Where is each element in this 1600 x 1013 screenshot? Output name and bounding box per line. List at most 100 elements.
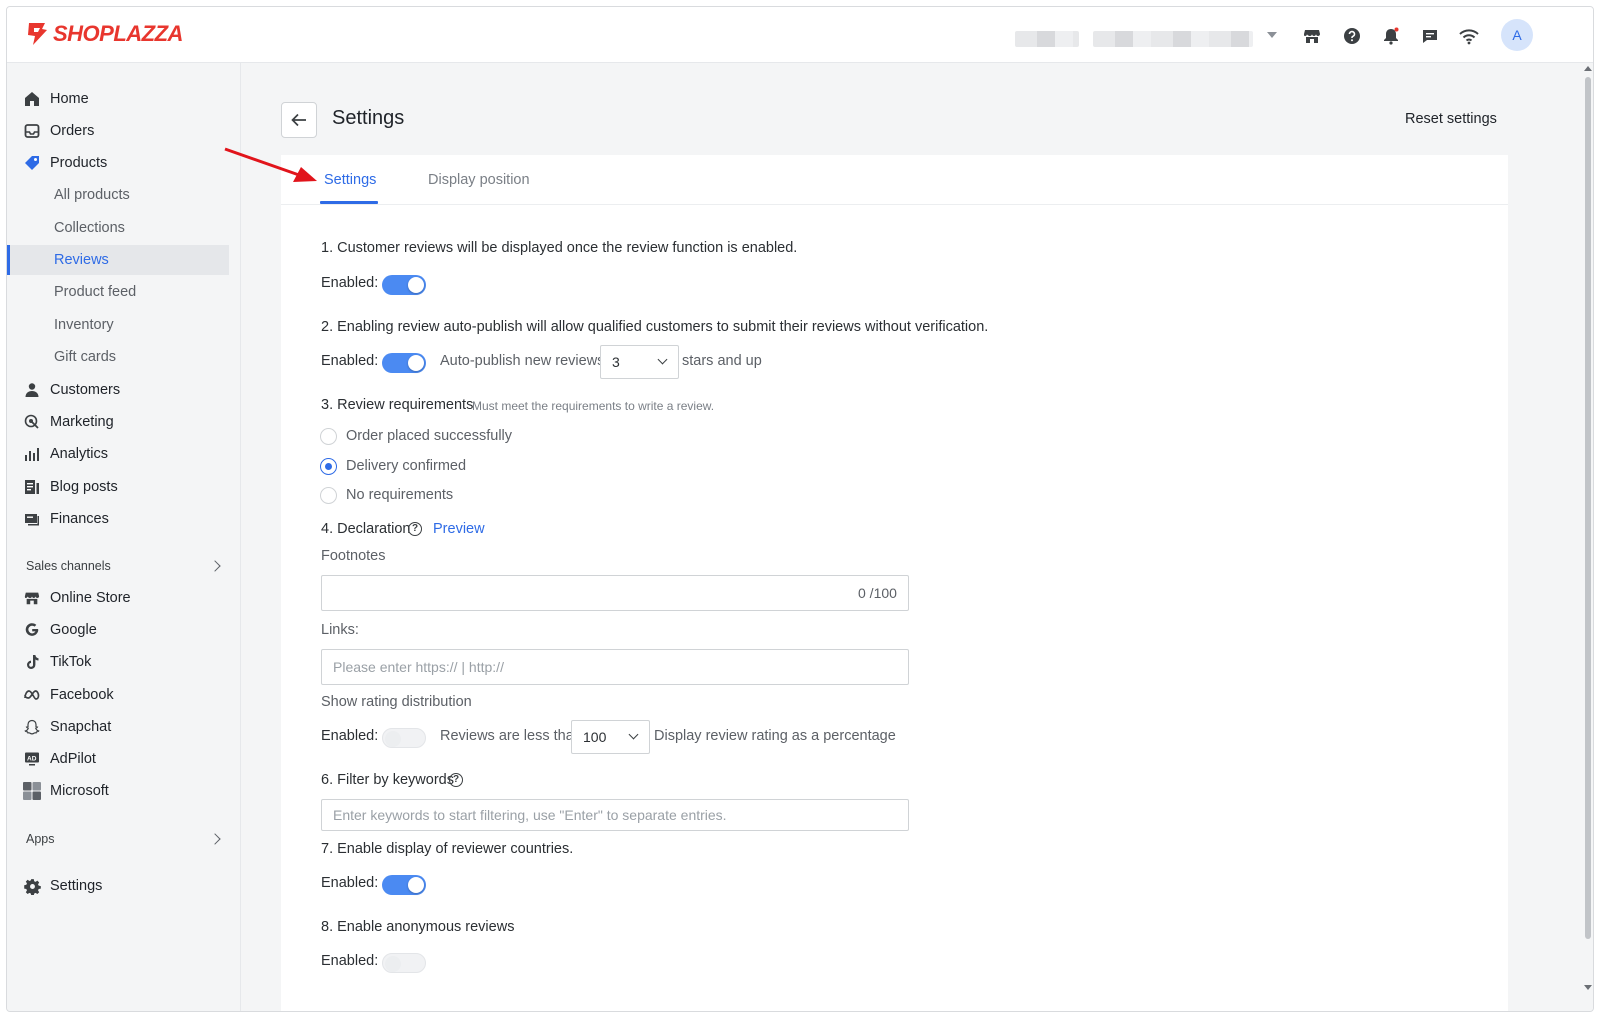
reviewer-countries-toggle[interactable] xyxy=(382,875,426,895)
section-1-text: 1. Customer reviews will be displayed on… xyxy=(321,240,798,256)
toggle-knob xyxy=(408,355,424,371)
bell-icon[interactable] xyxy=(1378,23,1404,49)
auto-publish-label: Auto-publish new reviews xyxy=(440,353,605,369)
radio-delivery-confirmed[interactable] xyxy=(320,458,337,475)
sidebar-item-home[interactable]: Home xyxy=(7,84,241,114)
footnotes-label: Footnotes xyxy=(321,548,386,564)
sidebar-item-finances[interactable]: Finances xyxy=(7,504,241,534)
footnotes-input[interactable] xyxy=(321,575,909,611)
sidebar-item-all-products[interactable]: All products xyxy=(7,180,241,210)
section-2-text: 2. Enabling review auto-publish will all… xyxy=(321,319,989,335)
rating-distribution-toggle[interactable] xyxy=(382,728,426,748)
links-label: Links: xyxy=(321,622,359,638)
toggle-knob xyxy=(408,277,424,293)
sidebar-item-label: Reviews xyxy=(54,252,109,268)
keywords-filter-input[interactable] xyxy=(321,799,909,831)
sidebar-item-label: Online Store xyxy=(50,590,131,606)
chevron-down-icon xyxy=(657,354,668,365)
threshold-select-value: 100 xyxy=(583,729,607,745)
tab-bar: Settings Display position xyxy=(281,155,1508,205)
sidebar-item-orders[interactable]: Orders xyxy=(7,116,241,146)
avatar[interactable]: A xyxy=(1501,19,1533,51)
help-icon[interactable] xyxy=(1339,23,1365,49)
chevron-right-icon xyxy=(209,560,221,572)
store-selector[interactable] xyxy=(1015,29,1277,49)
home-icon xyxy=(23,90,41,108)
sidebar-item-products[interactable]: Products xyxy=(7,148,241,178)
adpilot-icon: AD xyxy=(23,750,41,768)
sidebar-item-analytics[interactable]: Analytics xyxy=(7,439,241,469)
section-4-text: 4. Declaration xyxy=(321,521,411,537)
stars-select-value: 3 xyxy=(612,354,620,370)
chat-icon[interactable] xyxy=(1417,23,1443,49)
preview-link[interactable]: Preview xyxy=(433,521,485,537)
anonymous-reviews-toggle[interactable] xyxy=(382,953,426,973)
chevron-down-icon xyxy=(628,729,639,740)
sidebar-item-settings[interactable]: Settings xyxy=(7,871,241,901)
radio-order-placed[interactable] xyxy=(320,428,337,445)
reset-settings-button[interactable]: Reset settings xyxy=(1405,111,1497,127)
enabled-label: Enabled: xyxy=(321,353,379,369)
sidebar-item-product-feed[interactable]: Product feed xyxy=(7,277,241,307)
section-6-text: 6. Filter by keywords xyxy=(321,772,454,788)
reviews-threshold-select[interactable]: 100 xyxy=(571,720,650,754)
tiktok-icon xyxy=(23,653,41,671)
brand-logo[interactable]: SHOPLAZZA xyxy=(25,21,183,47)
sidebar-item-facebook[interactable]: Facebook xyxy=(7,680,241,710)
orders-icon xyxy=(23,122,41,140)
radio-no-requirements[interactable] xyxy=(320,487,337,504)
sidebar-item-label: Settings xyxy=(50,878,103,894)
question-mark-icon[interactable]: ? xyxy=(449,773,463,787)
scrollbar-thumb[interactable] xyxy=(1585,77,1591,939)
vertical-scrollbar[interactable] xyxy=(1581,63,1593,1011)
links-input[interactable] xyxy=(321,649,909,685)
google-icon xyxy=(23,621,41,639)
sidebar-item-label: Product feed xyxy=(54,284,137,300)
finances-icon xyxy=(23,510,41,528)
apps-header[interactable]: Apps xyxy=(7,824,241,854)
sidebar-item-adpilot[interactable]: AD AdPilot xyxy=(7,744,241,774)
page-title: Settings xyxy=(332,107,405,129)
tab-display-position[interactable]: Display position xyxy=(428,172,530,188)
sidebar-item-label: Products xyxy=(50,155,108,171)
sidebar-item-google[interactable]: Google xyxy=(7,615,241,645)
back-button[interactable] xyxy=(281,102,317,138)
scroll-up-icon[interactable] xyxy=(1584,66,1592,71)
sidebar-item-reviews[interactable]: Reviews xyxy=(7,245,229,275)
sidebar: Home Orders Products All products Collec… xyxy=(7,63,241,1011)
question-mark-icon[interactable]: ? xyxy=(408,522,422,536)
sidebar-item-label: Marketing xyxy=(50,414,114,430)
sidebar-item-customers[interactable]: Customers xyxy=(7,375,241,405)
auto-publish-toggle[interactable] xyxy=(382,353,426,373)
sidebar-item-label: Gift cards xyxy=(54,349,117,365)
sidebar-item-label: Orders xyxy=(50,123,95,139)
app-window: SHOPLAZZA A Home Orders Products All pro… xyxy=(6,6,1594,1012)
radio-label: No requirements xyxy=(346,487,454,503)
toggle-knob xyxy=(408,877,424,893)
sidebar-item-online-store[interactable]: Online Store xyxy=(7,583,241,613)
section-7-text: 7. Enable display of reviewer countries. xyxy=(321,841,574,857)
sidebar-item-gift-cards[interactable]: Gift cards xyxy=(7,342,241,372)
scroll-down-icon[interactable] xyxy=(1584,985,1592,990)
store-icon[interactable] xyxy=(1299,23,1325,49)
enabled-label: Enabled: xyxy=(321,275,379,291)
sidebar-item-tiktok[interactable]: TikTok xyxy=(7,647,241,677)
top-bar: SHOPLAZZA A xyxy=(7,7,1593,63)
sales-channels-header[interactable]: Sales channels xyxy=(7,551,241,581)
sidebar-item-collections[interactable]: Collections xyxy=(7,213,241,243)
sidebar-item-blog-posts[interactable]: Blog posts xyxy=(7,472,241,502)
sidebar-item-inventory[interactable]: Inventory xyxy=(7,310,241,340)
percentage-suffix: Display review rating as a percentage xyxy=(654,728,896,744)
tab-settings[interactable]: Settings xyxy=(324,172,376,188)
active-tab-underline xyxy=(320,201,378,204)
sidebar-item-marketing[interactable]: Marketing xyxy=(7,407,241,437)
sidebar-item-microsoft[interactable]: Microsoft xyxy=(7,776,241,806)
arrow-left-icon xyxy=(291,113,306,127)
sidebar-item-snapchat[interactable]: Snapchat xyxy=(7,712,241,742)
stars-select[interactable]: 3 xyxy=(600,345,679,379)
apps-label: Apps xyxy=(26,832,55,846)
caret-down-icon xyxy=(1267,32,1277,38)
review-function-toggle[interactable] xyxy=(382,275,426,295)
wifi-icon[interactable] xyxy=(1456,23,1482,49)
sidebar-item-label: Customers xyxy=(50,382,121,398)
